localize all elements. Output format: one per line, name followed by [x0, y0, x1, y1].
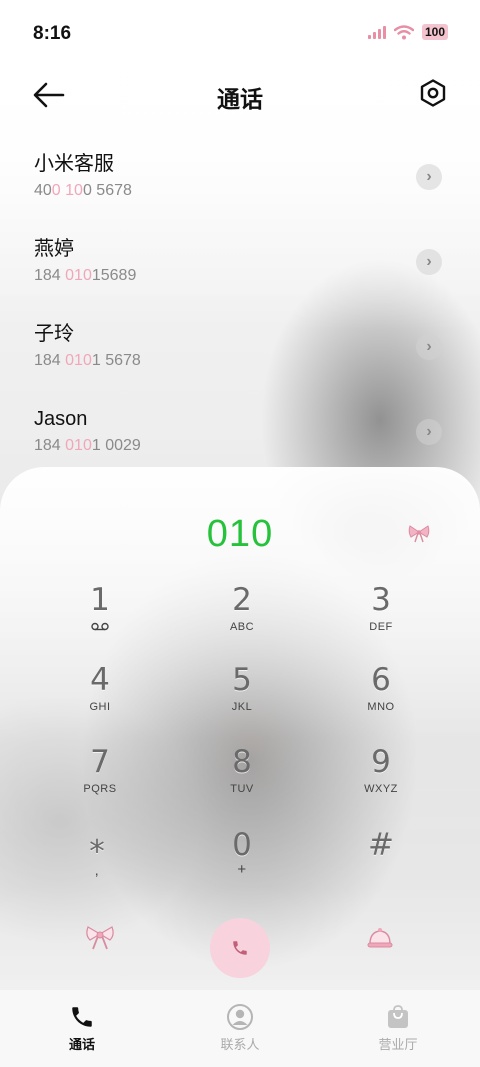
tab-service-hall[interactable]: 营业厅: [358, 1002, 438, 1053]
tab-contacts[interactable]: 联系人: [200, 1002, 280, 1053]
contact-row[interactable]: 子玲 184 0101 5678 ›: [0, 310, 480, 395]
shopping-bag-icon: [388, 1005, 408, 1028]
chevron-right-icon[interactable]: ›: [416, 249, 442, 275]
page-title: 通话: [217, 86, 263, 112]
contact-row[interactable]: 小米客服 400 100 5678 ›: [0, 140, 480, 225]
call-button[interactable]: [210, 918, 270, 978]
contact-row[interactable]: 燕婷 184 01015689 ›: [0, 225, 480, 310]
phone-icon: [233, 941, 247, 955]
key-9[interactable]: 9 WXYZ: [331, 744, 431, 814]
key-0[interactable]: 0 +: [192, 827, 292, 897]
phone-icon: [72, 1007, 92, 1027]
status-time: 8:16: [33, 23, 72, 44]
key-5[interactable]: 5 JKL: [192, 662, 292, 732]
contact-number: 184 01015689: [34, 267, 137, 284]
battery-indicator: 100: [421, 24, 448, 40]
recent-calls-list: 小米客服 400 100 5678 › 燕婷 184 01015689 › 子玲…: [0, 140, 480, 480]
bottom-tab-bar: 通话 联系人 营业厅: [0, 990, 480, 1067]
bell-icon[interactable]: [366, 926, 394, 950]
contact-number: 184 0101 5678: [34, 352, 141, 369]
bow-icon[interactable]: [86, 924, 114, 950]
bow-icon[interactable]: [408, 523, 430, 543]
tab-calls[interactable]: 通话: [42, 1002, 122, 1053]
contact-number: 184 0101 0029: [34, 437, 141, 454]
status-icons: 100: [367, 24, 448, 40]
signal-icon: [367, 25, 386, 39]
key-hash[interactable]: #: [331, 827, 431, 897]
key-6[interactable]: 6 MNO: [331, 662, 431, 732]
key-1[interactable]: 1: [50, 582, 150, 652]
chevron-right-icon[interactable]: ›: [416, 164, 442, 190]
contact-name: 燕婷: [34, 238, 74, 260]
contact-name: Jason: [34, 408, 88, 430]
key-2[interactable]: 2 ABC: [192, 582, 292, 652]
key-4[interactable]: 4 GHI: [50, 662, 150, 732]
wifi-icon: [393, 24, 414, 39]
contact-name: 子玲: [34, 323, 74, 345]
contact-number: 400 100 5678: [34, 182, 132, 199]
status-bar: 8:16 100: [0, 0, 480, 68]
key-7[interactable]: 7 PQRS: [50, 744, 150, 814]
dialpad-actions: [0, 918, 480, 978]
chevron-right-icon[interactable]: ›: [416, 334, 442, 360]
voicemail-icon: [91, 622, 109, 631]
key-8[interactable]: 8 TUV: [192, 744, 292, 814]
chevron-right-icon[interactable]: ›: [416, 419, 442, 445]
key-3[interactable]: 3 DEF: [331, 582, 431, 652]
key-star[interactable]: *,: [47, 834, 147, 904]
person-icon: [227, 1004, 253, 1030]
settings-icon[interactable]: [418, 78, 448, 108]
contact-name: 小米客服: [34, 153, 114, 175]
app-header: 通话: [0, 70, 480, 120]
